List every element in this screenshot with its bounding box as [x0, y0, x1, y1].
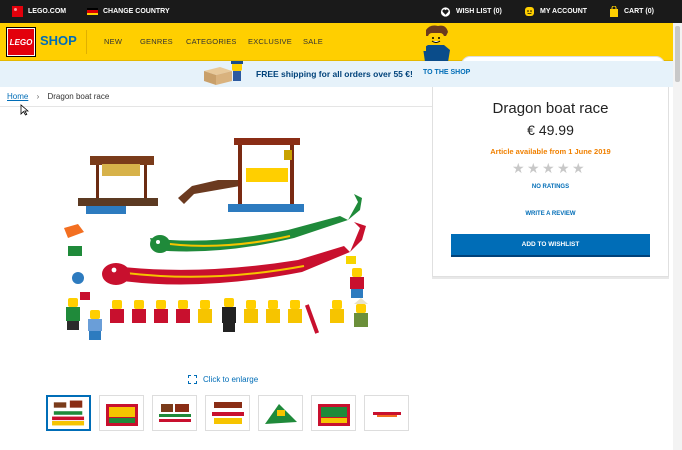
nav-genres[interactable]: GENRES	[140, 37, 173, 46]
cart-label: CART (0)	[624, 8, 654, 15]
mascot-minifigure-icon	[419, 25, 450, 62]
change-country-label: CHANGE COUNTRY	[103, 8, 170, 15]
delivery-box-icon	[204, 61, 243, 85]
write-review-link[interactable]: WRITE A REVIEW	[432, 211, 669, 217]
account-link[interactable]: MY ACCOUNT	[524, 0, 587, 23]
thumbnail-4[interactable]	[205, 395, 250, 431]
page-scrollbar[interactable]	[673, 23, 682, 450]
to-the-shop-link[interactable]: TO THE SHOP	[423, 69, 470, 76]
thumbnail-2[interactable]	[99, 395, 144, 431]
lego-logo[interactable]: LEGO	[6, 27, 36, 57]
shipping-banner: FREE shipping for all orders over 55 €! …	[0, 61, 682, 87]
minifig-head-icon	[525, 7, 534, 16]
expand-icon	[188, 375, 197, 384]
top-bar: LEGO.COM CHANGE COUNTRY WISH LIST (0) MY…	[0, 0, 682, 23]
shipping-text: FREE shipping for all orders over 55 €!	[256, 69, 413, 79]
thumbnail-image	[159, 404, 191, 422]
thumbnail-image	[265, 404, 297, 424]
breadcrumb-divider	[0, 106, 432, 107]
thumbnail-3[interactable]	[152, 395, 197, 431]
add-to-wishlist-button[interactable]: ADD TO WISHLIST	[451, 234, 650, 257]
thumbnail-5[interactable]	[258, 395, 303, 431]
logo-text: LEGO	[9, 37, 33, 47]
breadcrumb-home-link[interactable]: Home	[7, 92, 28, 101]
breadcrumb-current: Dragon boat race	[47, 92, 110, 101]
thumbnail-image	[52, 400, 85, 426]
thumbnail-image	[212, 402, 244, 424]
nav-sale[interactable]: SALE	[303, 37, 323, 46]
lego-com-link[interactable]: LEGO.COM	[12, 0, 66, 23]
pavilion-left	[78, 156, 158, 214]
click-to-enlarge-link[interactable]: Click to enlarge	[188, 375, 258, 384]
wishlist-link[interactable]: WISH LIST (0)	[440, 0, 502, 23]
nav-exclusive[interactable]: EXCLUSIVE	[248, 37, 292, 46]
scrollbar-thumb[interactable]	[675, 26, 680, 82]
breadcrumb: Home › Dragon boat race	[7, 92, 109, 101]
nav-new[interactable]: NEW	[104, 37, 122, 46]
main-header: LEGO SHOP NEW GENRES CATEGORIES EXCLUSIV…	[0, 23, 682, 74]
product-image[interactable]	[58, 128, 388, 350]
thumbnail-strip	[46, 395, 409, 431]
thumbnail-6[interactable]	[311, 395, 356, 431]
thumbnail-7[interactable]	[364, 395, 409, 431]
thumbnail-1[interactable]	[46, 395, 91, 431]
header-divider	[86, 30, 87, 54]
shop-title[interactable]: SHOP	[40, 33, 77, 48]
pavilion-right	[228, 138, 304, 212]
flag-stripe-3	[87, 12, 98, 16]
thumbnail-image	[373, 412, 401, 417]
enlarge-label: Click to enlarge	[203, 375, 259, 384]
change-country-link[interactable]: CHANGE COUNTRY	[87, 0, 170, 23]
shopping-bag-icon	[610, 6, 618, 17]
thumbnail-image	[318, 404, 350, 426]
nav-categories[interactable]: CATEGORIES	[186, 37, 237, 46]
germany-flag-icon	[87, 7, 98, 16]
lego-brick-icon	[12, 6, 23, 17]
account-label: MY ACCOUNT	[540, 8, 588, 15]
thumbnail-image	[106, 404, 138, 426]
mouse-cursor-icon	[20, 104, 29, 116]
wishlist-label: WISH LIST (0)	[456, 8, 502, 15]
lego-com-label: LEGO.COM	[28, 8, 67, 15]
heart-icon	[440, 6, 451, 17]
breadcrumb-separator: ›	[36, 92, 40, 101]
cart-link[interactable]: CART (0)	[609, 0, 654, 23]
